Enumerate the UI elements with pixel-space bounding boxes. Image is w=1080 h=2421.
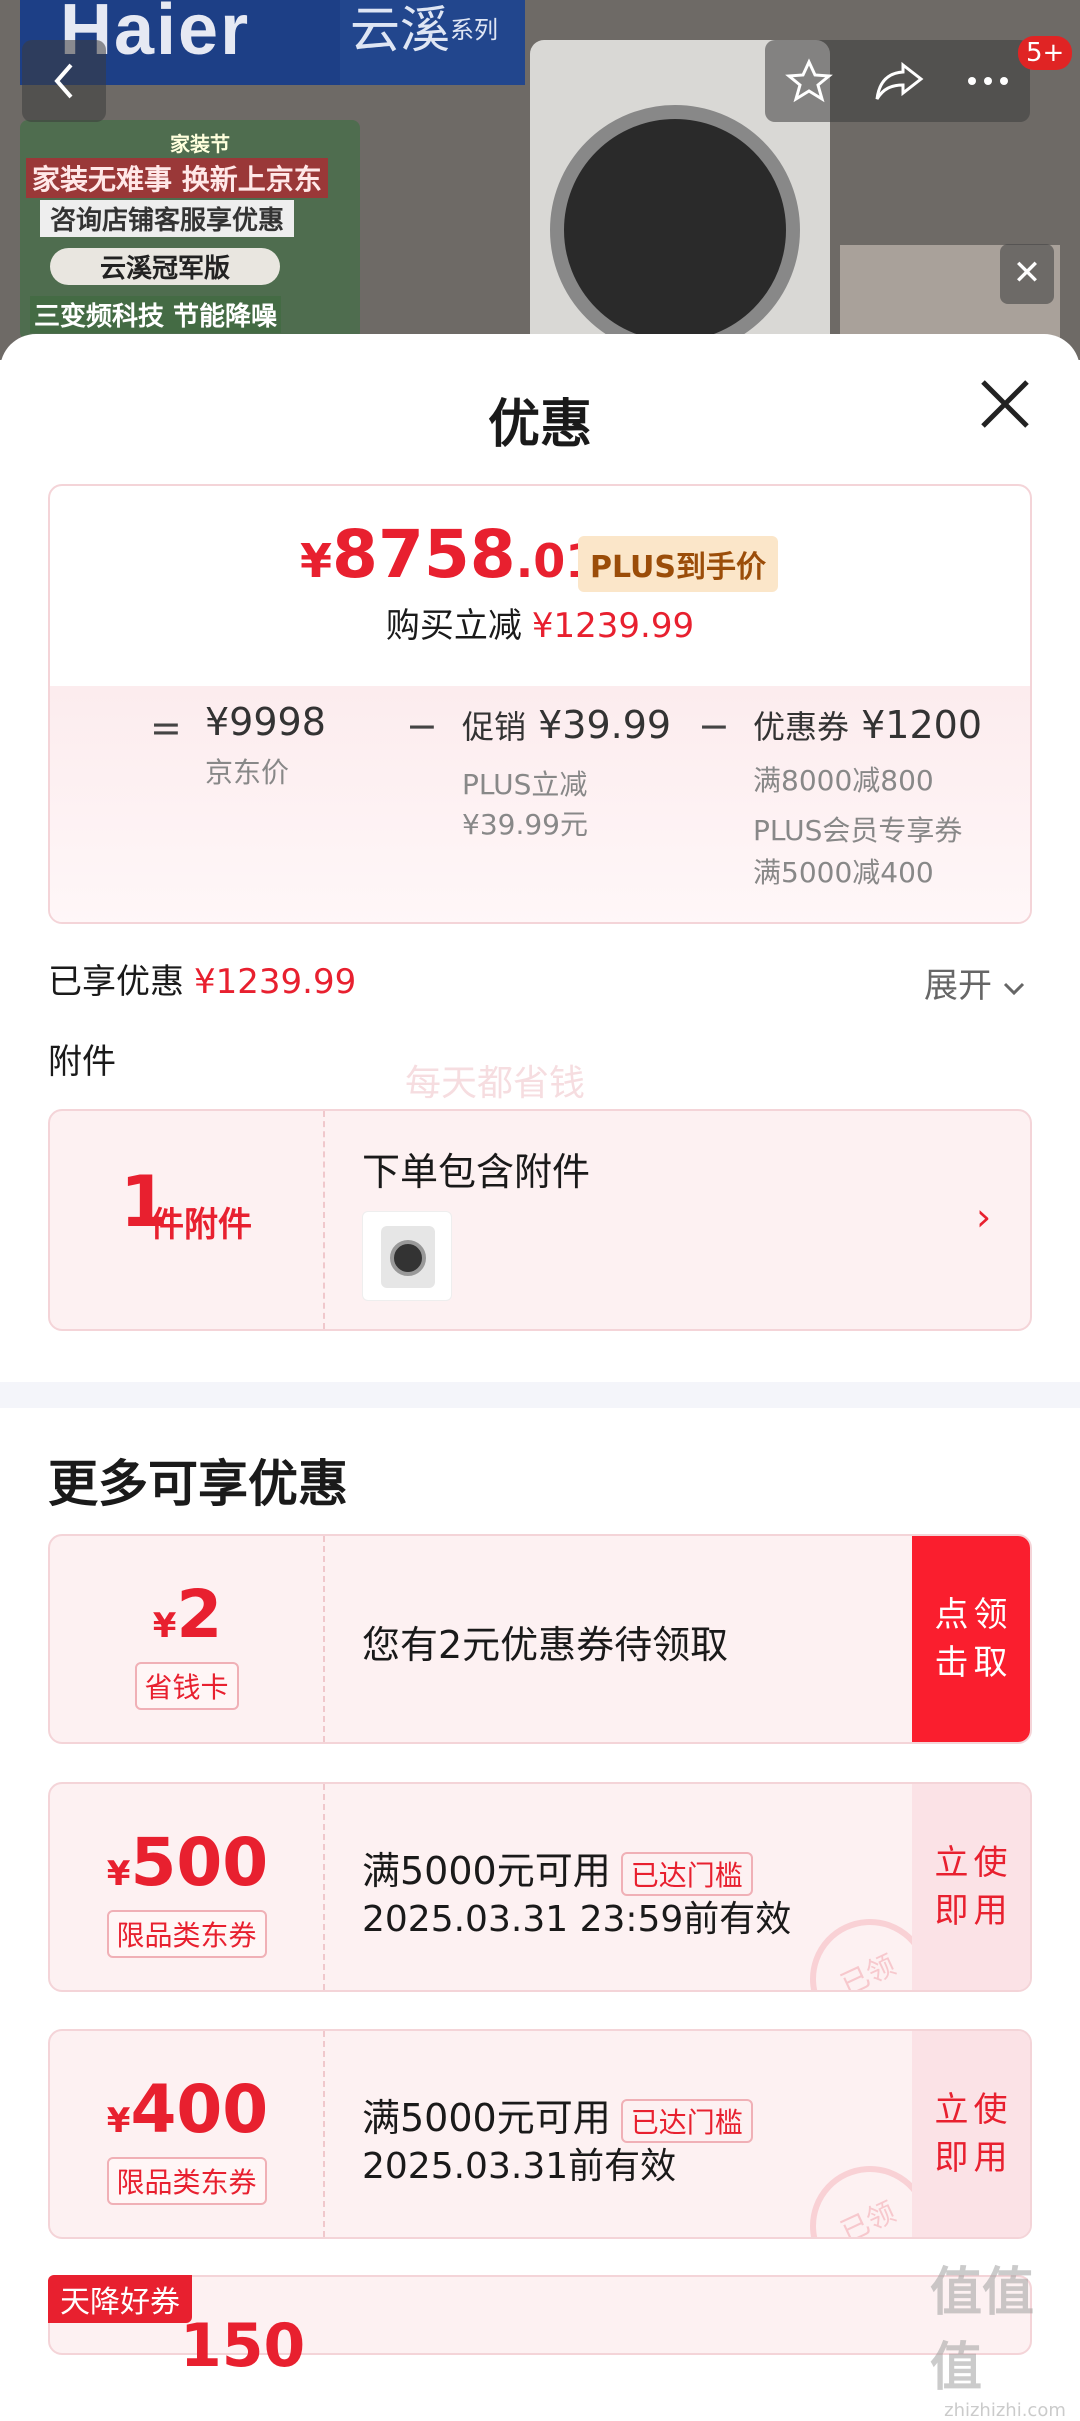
minus-sign: −	[406, 704, 438, 748]
share-icon[interactable]	[873, 59, 925, 103]
coupon-amount: ¥500	[106, 1824, 269, 1901]
sign-line: 云溪冠军版	[50, 248, 281, 285]
coupon-sub: 满8000减800	[753, 764, 934, 797]
sign-line: 咨询店铺客服享优惠	[40, 200, 295, 237]
close-icon[interactable]	[975, 374, 1035, 434]
attachment-section-label: 附件	[48, 1042, 116, 1082]
back-button[interactable]	[22, 40, 106, 122]
sky-coupon-tag: 天降好券	[48, 2275, 192, 2323]
coupon-card: ¥400 限品类东券 满5000元可用 已达门槛 2025.03.31前有效 已领…	[48, 2029, 1032, 2239]
more-icon[interactable]	[966, 75, 1010, 87]
coupon-sub: PLUS会员专享券	[753, 814, 963, 847]
price-breakdown-card: ¥8758.01 PLUS到手价 购买立减 ¥1239.99 = ¥9998 京东…	[48, 484, 1032, 924]
coupon-amount: ¥2	[152, 1576, 223, 1653]
watermark: 每天都省钱	[405, 1063, 586, 1104]
site-watermark: 值值值 zhizhizhi.com	[930, 2263, 1066, 2421]
jd-price-label: 京东价	[205, 756, 290, 789]
attachment-thumbnail	[362, 1211, 452, 1301]
equals-sign: =	[150, 706, 182, 750]
enjoyed-discount: 已享优惠 ¥1239.99	[48, 962, 357, 1002]
top-actions	[765, 40, 1030, 122]
attachment-card[interactable]: 1 件附件 下单包含附件 ›	[48, 1109, 1032, 1331]
coupon-validity: 2025.03.31前有效	[362, 2146, 677, 2187]
coupon-kind: 省钱卡	[134, 1662, 239, 1710]
coupon-text: 满5000元可用 已达门槛	[362, 2087, 753, 2143]
final-price: ¥8758.01	[300, 516, 598, 593]
coupon-line: 优惠券 ¥1200	[753, 703, 982, 747]
series-banner: 云溪系列	[340, 0, 525, 85]
chevron-left-icon	[54, 63, 73, 99]
star-icon[interactable]	[785, 57, 834, 105]
promo-line: 促销 ¥39.99	[462, 703, 672, 747]
coupon-text: 满5000元可用 已达门槛	[362, 1840, 753, 1896]
claim-button[interactable]: 点击 领取	[912, 1536, 1030, 1742]
attachment-title: 下单包含附件	[362, 1150, 591, 1194]
coupon-card: 150	[48, 2275, 1032, 2381]
expand-button[interactable]: 展开	[924, 958, 1025, 1007]
section-divider	[0, 1382, 1080, 1408]
use-button[interactable]: 立即 使用	[912, 1784, 1030, 1990]
close-icon: ✕	[1012, 253, 1042, 293]
attachment-count: 1 件附件	[50, 1111, 325, 1329]
discount-sheet: 优惠 ¥8758.01 PLUS到手价 购买立减 ¥1239.99 = ¥9998…	[0, 334, 1080, 2334]
message-badge[interactable]: 5+	[1018, 36, 1073, 70]
coupon-amount: ¥400	[106, 2071, 269, 2148]
coupon-card: ¥500 限品类东券 满5000元可用 已达门槛 2025.03.31 23:59…	[48, 1782, 1032, 1992]
sheet-title: 优惠	[487, 395, 592, 455]
sign-top: 家装节	[170, 132, 230, 156]
sign-line: 三变频科技 节能降噪	[30, 296, 282, 333]
more-discounts-title: 更多可享优惠	[48, 1455, 348, 1513]
coupon-kind: 限品类东券	[106, 1910, 267, 1958]
coupon-validity: 2025.03.31 23:59前有效	[362, 1899, 792, 1940]
coupon-text: 您有2元优惠券待领取	[362, 1623, 729, 1667]
floating-close-button[interactable]: ✕	[1000, 244, 1054, 304]
promo-sub: ¥39.99元	[462, 808, 588, 841]
promo-sign: 家装节 家装无难事 换新上京东 咨询店铺客服享优惠 云溪冠军版 三变频科技 节能…	[20, 120, 360, 340]
minus-sign: −	[698, 704, 730, 748]
promo-sub: PLUS立减	[462, 768, 588, 801]
instant-discount: 购买立减 ¥1239.99	[385, 606, 695, 646]
use-button[interactable]: 立即 使用	[912, 2031, 1030, 2237]
plus-price-tag: PLUS到手价	[578, 536, 779, 592]
threshold-badge: 已达门槛	[620, 2098, 753, 2143]
coupon-amount: 150	[180, 2311, 306, 2381]
jd-price: ¥9998	[205, 700, 326, 744]
coupon-card: ¥2 省钱卡 您有2元优惠券待领取 点击 领取	[48, 1534, 1032, 1744]
coupon-sub: 满5000减400	[753, 856, 934, 889]
threshold-badge: 已达门槛	[620, 1851, 753, 1896]
chevron-down-icon	[1003, 982, 1024, 996]
coupon-kind: 限品类东券	[106, 2157, 267, 2205]
sign-line: 家装无难事 换新上京东	[26, 158, 328, 198]
chevron-right-icon: ›	[976, 1195, 992, 1239]
